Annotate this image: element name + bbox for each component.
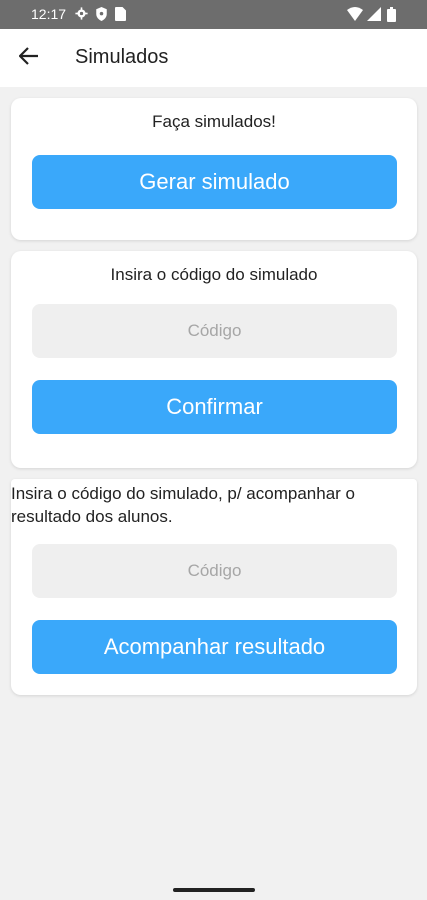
app-bar: Simulados [0,29,427,87]
shield-icon [95,7,109,21]
generate-simulado-card: Faça simulados! Gerar simulado [11,98,417,240]
wifi-icon [347,7,363,21]
generate-simulado-button[interactable]: Gerar simulado [32,155,397,209]
battery-icon [387,7,401,22]
sim-card-icon [115,7,129,21]
page-title: Simulados [75,46,169,68]
arrow-left-icon [18,46,39,70]
confirm-button[interactable]: Confirmar [32,380,397,434]
track-results-card: Insira o código do simulado, p/ acompanh… [11,479,417,695]
code-input[interactable] [32,304,397,358]
generate-heading: Faça simulados! [152,112,276,131]
gear-icon [75,7,89,21]
track-results-button[interactable]: Acompanhar resultado [32,620,397,674]
status-bar: 12:17 [0,0,427,29]
gesture-nav-bar [0,881,427,900]
enter-code-card: Insira o código do simulado Confirmar [11,251,417,468]
track-results-heading: Insira o código do simulado, p/ acompanh… [11,484,355,526]
status-time: 12:17 [31,6,67,22]
signal-icon [367,7,381,21]
track-code-input[interactable] [32,544,397,598]
enter-code-heading: Insira o código do simulado [110,265,318,284]
back-button[interactable] [14,43,44,73]
home-handle[interactable] [173,888,255,892]
